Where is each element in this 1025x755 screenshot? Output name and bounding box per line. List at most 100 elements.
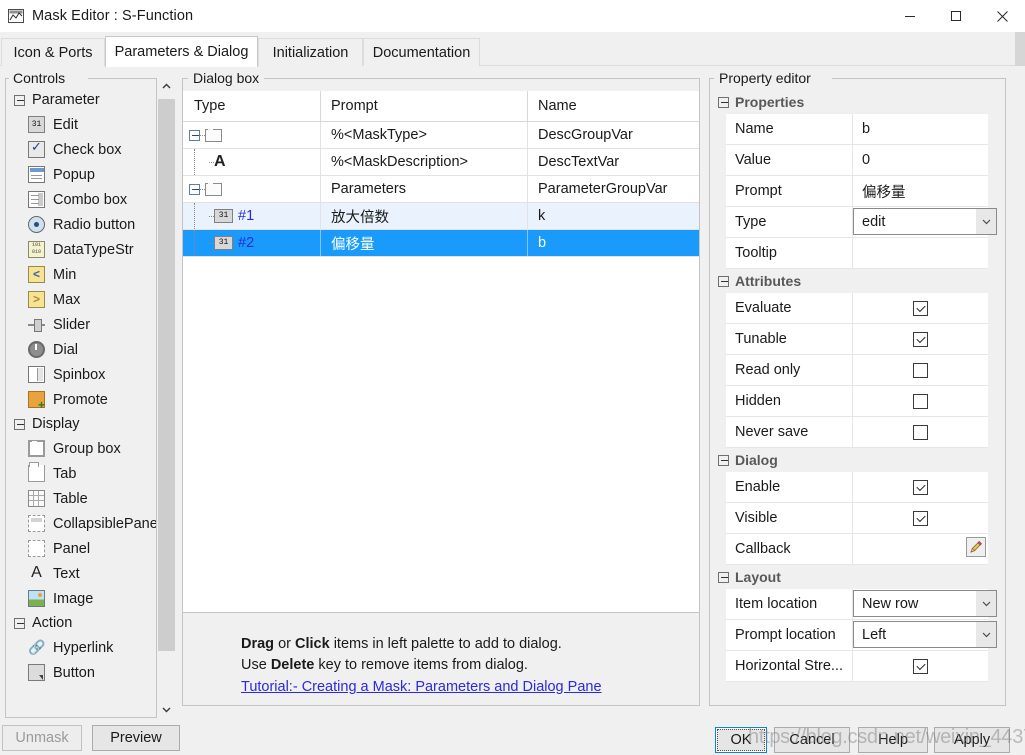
- item-location-dropdown[interactable]: New row: [853, 590, 997, 617]
- property-section-dialog[interactable]: Dialog: [710, 448, 998, 472]
- collapse-toggle-icon[interactable]: [718, 275, 729, 287]
- palette-scrollbar-track[interactable]: [158, 95, 175, 701]
- collapse-toggle-icon[interactable]: [718, 96, 729, 108]
- palette-scrollbar-thumb[interactable]: [158, 99, 175, 651]
- property-value-value[interactable]: 0: [852, 145, 988, 175]
- palette-item-spinbox[interactable]: Spinbox: [6, 362, 156, 387]
- collapse-toggle-icon[interactable]: [718, 454, 729, 466]
- property-value-evaluate[interactable]: [852, 293, 988, 323]
- row-prompt-cell[interactable]: %<MaskDescription>: [320, 149, 527, 175]
- palette-item-slider[interactable]: Slider: [6, 312, 156, 337]
- table-row[interactable]: Parameters ParameterGroupVar: [183, 176, 699, 203]
- unmask-button[interactable]: Unmask: [2, 725, 82, 751]
- type-dropdown[interactable]: edit: [853, 208, 997, 235]
- palette-item-button[interactable]: Button: [6, 660, 156, 685]
- property-value-horizontal-stretch[interactable]: [852, 651, 988, 681]
- tunable-checkbox[interactable]: [913, 331, 928, 347]
- property-row-never-save[interactable]: Never save: [726, 417, 988, 448]
- property-row-callback[interactable]: Callback: [726, 534, 988, 565]
- property-value-tunable[interactable]: [852, 324, 988, 354]
- table-row[interactable]: 31 #1 放大倍数 k: [183, 203, 699, 230]
- palette-item-table[interactable]: Table: [6, 486, 156, 511]
- collapse-toggle-icon[interactable]: [14, 617, 25, 629]
- row-type-cell[interactable]: [183, 176, 320, 202]
- row-type-cell[interactable]: A: [183, 149, 320, 175]
- property-row-type[interactable]: Type edit: [726, 207, 997, 238]
- property-row-enable[interactable]: Enable: [726, 472, 988, 503]
- palette-item-tab[interactable]: Tab: [6, 461, 156, 486]
- scroll-up-icon[interactable]: [158, 78, 175, 95]
- property-row-read-only[interactable]: Read only: [726, 355, 988, 386]
- column-header-name[interactable]: Name: [527, 91, 699, 121]
- property-section-layout[interactable]: Layout: [710, 565, 998, 589]
- row-type-cell[interactable]: 31 #2: [183, 230, 320, 256]
- property-row-item-location[interactable]: Item location New row: [726, 589, 997, 620]
- property-value-type[interactable]: edit: [852, 207, 997, 237]
- row-type-cell[interactable]: [183, 122, 320, 148]
- row-prompt-cell[interactable]: 偏移量: [320, 230, 527, 256]
- palette-item-image[interactable]: Image: [6, 586, 156, 611]
- collapse-toggle-icon[interactable]: [14, 418, 25, 430]
- property-row-name[interactable]: Name b: [726, 114, 988, 145]
- property-row-evaluate[interactable]: Evaluate: [726, 293, 988, 324]
- property-editor-list[interactable]: Properties Name b Value 0 Prompt 偏移量 Typ…: [710, 90, 998, 703]
- palette-group-action[interactable]: Action: [6, 611, 156, 635]
- row-prompt-cell[interactable]: %<MaskType>: [320, 122, 527, 148]
- row-prompt-cell[interactable]: Parameters: [320, 176, 527, 202]
- property-section-attributes[interactable]: Attributes: [710, 269, 998, 293]
- property-row-tooltip[interactable]: Tooltip: [726, 238, 988, 269]
- collapse-toggle-icon[interactable]: [14, 94, 25, 106]
- property-value-tooltip[interactable]: [852, 238, 988, 268]
- chevron-down-icon[interactable]: [976, 591, 996, 616]
- property-value-item-location[interactable]: New row: [852, 589, 997, 619]
- row-name-cell[interactable]: b: [527, 230, 699, 256]
- never-save-checkbox[interactable]: [913, 424, 928, 440]
- property-row-tunable[interactable]: Tunable: [726, 324, 988, 355]
- palette-item-check-box[interactable]: Check box: [6, 137, 156, 162]
- ok-button[interactable]: OK: [715, 727, 767, 753]
- row-type-cell[interactable]: 31 #1: [183, 203, 320, 229]
- palette-item-hyperlink[interactable]: 🔗 Hyperlink: [6, 635, 156, 660]
- chevron-down-icon[interactable]: [976, 622, 996, 647]
- tab-parameters-and-dialog[interactable]: Parameters & Dialog: [105, 36, 258, 67]
- table-row[interactable]: %<MaskType> DescGroupVar: [183, 122, 699, 149]
- property-value-read-only[interactable]: [852, 355, 988, 385]
- pencil-edit-icon[interactable]: [966, 537, 986, 557]
- palette-item-combo-box[interactable]: Combo box: [6, 187, 156, 212]
- minimize-icon[interactable]: [887, 0, 933, 32]
- cancel-button[interactable]: Cancel: [774, 727, 850, 753]
- palette-item-datatypestr[interactable]: 101 010 DataTypeStr: [6, 237, 156, 262]
- column-header-prompt[interactable]: Prompt: [320, 91, 527, 121]
- property-section-properties[interactable]: Properties: [710, 90, 998, 114]
- palette-item-text[interactable]: A Text: [6, 561, 156, 586]
- palette-item-max[interactable]: > Max: [6, 287, 156, 312]
- scroll-down-icon[interactable]: [158, 701, 175, 718]
- property-row-value[interactable]: Value 0: [726, 145, 988, 176]
- tab-documentation[interactable]: Documentation: [363, 38, 480, 66]
- enable-checkbox[interactable]: [913, 479, 928, 495]
- row-name-cell[interactable]: k: [527, 203, 699, 229]
- help-button[interactable]: Help: [858, 727, 928, 753]
- palette-item-group-box[interactable]: Group box: [6, 436, 156, 461]
- property-value-callback[interactable]: [852, 534, 988, 564]
- controls-palette-list[interactable]: Parameter 31 Edit Check box Popup Combo …: [6, 88, 156, 713]
- property-value-hidden[interactable]: [852, 386, 988, 416]
- table-row[interactable]: A %<MaskDescription> DescTextVar: [183, 149, 699, 176]
- palette-item-popup[interactable]: Popup: [6, 162, 156, 187]
- property-row-visible[interactable]: Visible: [726, 503, 988, 534]
- row-name-cell[interactable]: ParameterGroupVar: [527, 176, 699, 202]
- palette-item-edit[interactable]: 31 Edit: [6, 112, 156, 137]
- palette-item-dial[interactable]: Dial: [6, 337, 156, 362]
- property-value-enable[interactable]: [852, 472, 988, 502]
- close-icon[interactable]: [979, 0, 1025, 32]
- evaluate-checkbox[interactable]: [913, 300, 928, 316]
- palette-item-radio-button[interactable]: Radio button: [6, 212, 156, 237]
- palette-item-collapsible-panel[interactable]: CollapsiblePanel: [6, 511, 156, 536]
- column-header-type[interactable]: Type: [183, 91, 320, 121]
- table-row[interactable]: 31 #2 偏移量 b: [183, 230, 699, 257]
- property-row-prompt-location[interactable]: Prompt location Left: [726, 620, 997, 651]
- visible-checkbox[interactable]: [913, 510, 928, 526]
- palette-item-min[interactable]: < Min: [6, 262, 156, 287]
- expand-collapse-icon[interactable]: [189, 129, 200, 141]
- palette-item-promote[interactable]: Promote: [6, 387, 156, 412]
